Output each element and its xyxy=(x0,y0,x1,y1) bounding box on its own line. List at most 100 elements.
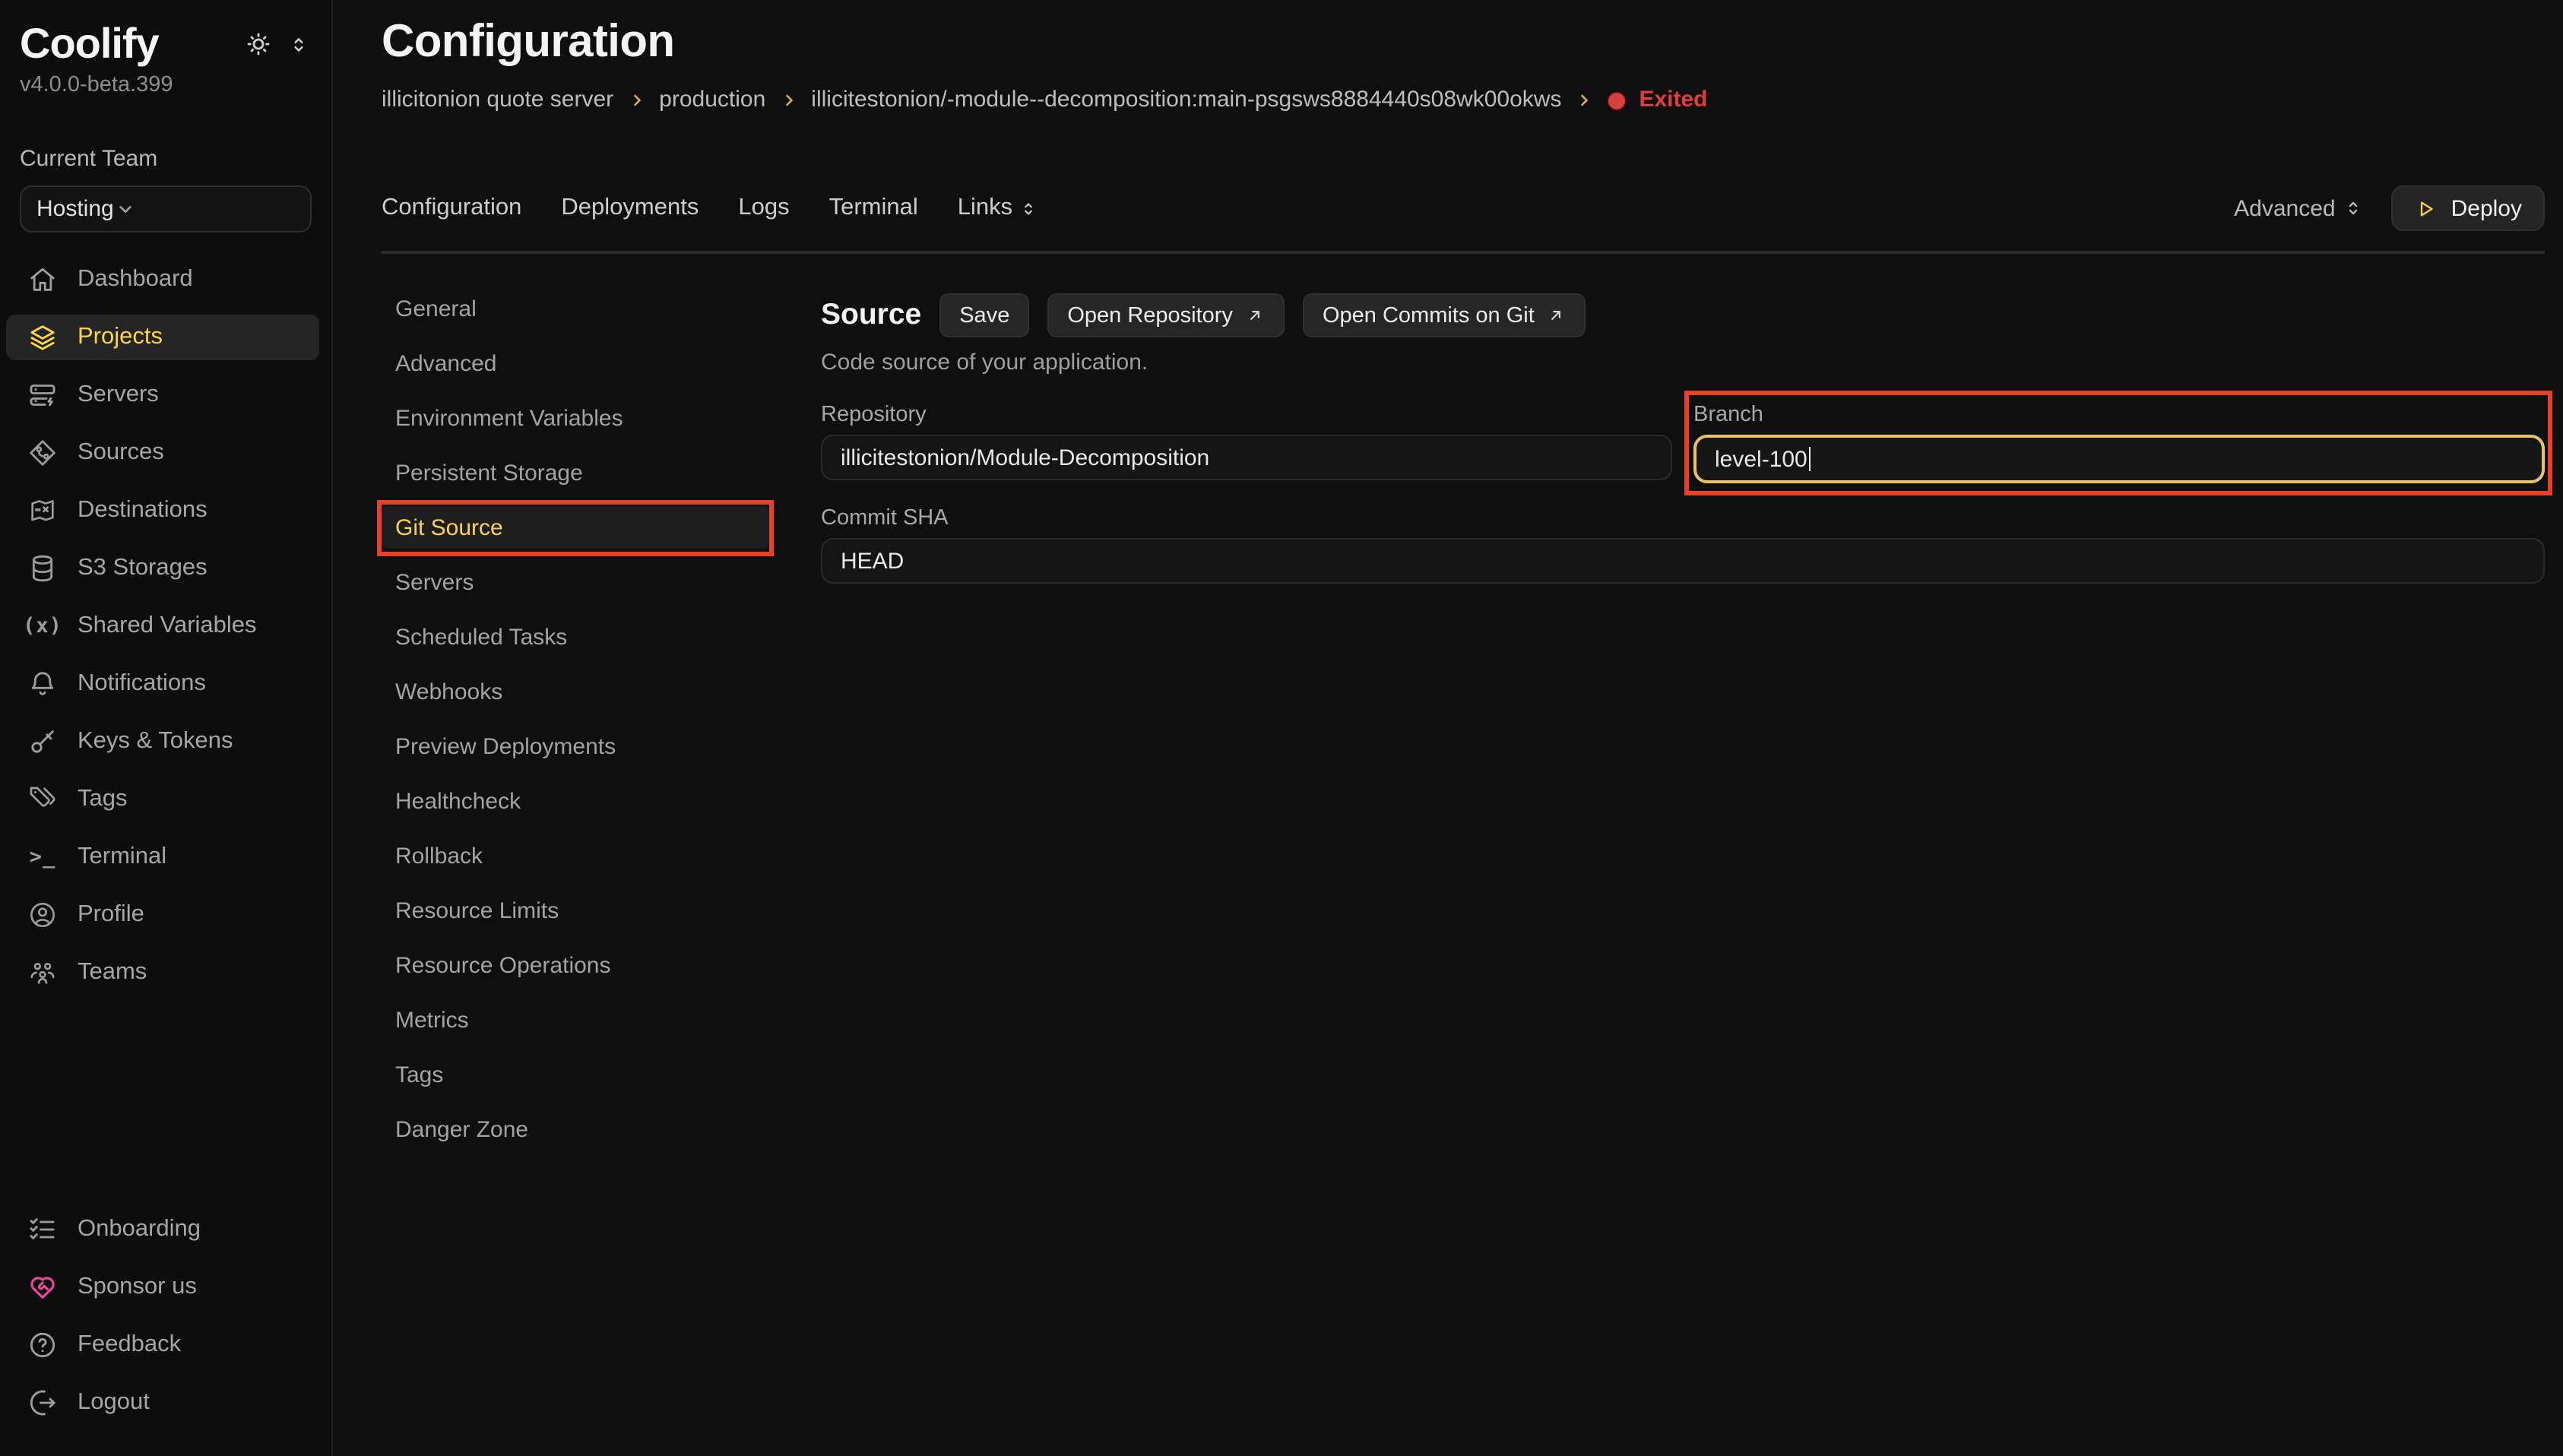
subnav-item-servers[interactable]: Servers xyxy=(382,561,769,603)
team-select[interactable]: Hosting xyxy=(20,185,312,233)
subnav-item-preview-deployments[interactable]: Preview Deployments xyxy=(382,725,769,768)
status-dot-icon xyxy=(1607,90,1627,110)
subnav-item-environment-variables[interactable]: Environment Variables xyxy=(382,397,769,439)
subnav-item-healthcheck[interactable]: Healthcheck xyxy=(382,780,769,822)
sidebar-item-label: Keys & Tokens xyxy=(78,728,233,755)
sidebar-item-destinations[interactable]: Destinations xyxy=(6,488,319,533)
sidebar-item-logout[interactable]: Logout xyxy=(6,1380,319,1426)
sidebar-item-onboarding[interactable]: Onboarding xyxy=(6,1207,319,1252)
sidebar-item-label: Logout xyxy=(78,1389,150,1416)
chevron-down-icon xyxy=(114,198,137,220)
app-version: v4.0.0-beta.399 xyxy=(0,70,331,100)
open-commits-button[interactable]: Open Commits on Git xyxy=(1303,293,1586,337)
sidebar-header: Coolify xyxy=(0,0,331,70)
subnav-item-rollback[interactable]: Rollback xyxy=(382,834,769,877)
subnav-item-danger-zone[interactable]: Danger Zone xyxy=(382,1108,769,1151)
breadcrumb-resource[interactable]: illicitestonion/-module--decomposition:m… xyxy=(811,85,1561,116)
sidebar-item-label: Servers xyxy=(78,381,159,409)
subnav-item-advanced[interactable]: Advanced xyxy=(382,342,769,385)
subnav-item-webhooks[interactable]: Webhooks xyxy=(382,670,769,713)
commit-sha-input[interactable]: HEAD xyxy=(821,538,2545,584)
sidebar-item-keys-tokens[interactable]: Keys & Tokens xyxy=(6,719,319,764)
tab-logs[interactable]: Logs xyxy=(738,195,789,222)
breadcrumb: illicitonion quote server production ill… xyxy=(382,85,2545,116)
chevron-right-icon xyxy=(627,91,645,109)
source-form: Repository illicitestonion/Module-Decomp… xyxy=(821,401,2545,584)
branch-label: Branch xyxy=(1693,401,2545,429)
bell-icon xyxy=(27,669,58,699)
sidebar-item-notifications[interactable]: Notifications xyxy=(6,661,319,707)
subnav-item-resource-limits[interactable]: Resource Limits xyxy=(382,889,769,932)
sidebar-item-terminal[interactable]: >_ Terminal xyxy=(6,834,319,880)
advanced-menu[interactable]: Advanced xyxy=(2234,195,2364,221)
tab-configuration[interactable]: Configuration xyxy=(382,195,521,222)
theme-toggle-sun-icon[interactable] xyxy=(243,29,274,59)
tab-deployments[interactable]: Deployments xyxy=(561,195,699,222)
subnav-item-tags[interactable]: Tags xyxy=(382,1053,769,1096)
save-button[interactable]: Save xyxy=(939,293,1029,337)
sidebar-item-label: Dashboard xyxy=(78,266,193,293)
sidebar-item-profile[interactable]: Profile xyxy=(6,892,319,938)
branch-input[interactable]: level-100 xyxy=(1693,435,2545,483)
breadcrumb-environment[interactable]: production xyxy=(659,85,765,116)
external-link-icon xyxy=(1547,305,1567,325)
text-cursor xyxy=(1809,447,1811,471)
deploy-button[interactable]: Deploy xyxy=(2392,185,2545,231)
breadcrumb-project[interactable]: illicitonion quote server xyxy=(382,85,613,116)
current-team-label: Current Team xyxy=(20,146,312,173)
subnav-item-scheduled-tasks[interactable]: Scheduled Tasks xyxy=(382,616,769,658)
play-icon xyxy=(2415,197,2438,220)
heart-icon xyxy=(27,1272,58,1302)
sidebar-item-label: Sponsor us xyxy=(78,1274,197,1301)
sidebar-item-sources[interactable]: Sources xyxy=(6,430,319,476)
sidebar-collapse-chevrons-icon[interactable] xyxy=(287,33,310,55)
sidebar-item-projects[interactable]: Projects xyxy=(6,315,319,360)
server-icon xyxy=(27,380,58,410)
source-header-row: Source Save Open Repository Open Commits… xyxy=(821,293,2545,337)
repository-field: Repository illicitestonion/Module-Decomp… xyxy=(821,401,1672,483)
config-subnav: General Advanced Environment Variables P… xyxy=(382,254,769,1456)
source-description: Code source of your application. xyxy=(821,348,2545,377)
variable-icon: (x) xyxy=(27,614,58,638)
sidebar-item-teams[interactable]: Teams xyxy=(6,950,319,995)
subnav-item-general[interactable]: General xyxy=(382,287,769,330)
subnav-item-resource-operations[interactable]: Resource Operations xyxy=(382,944,769,986)
sidebar-item-label: Destinations xyxy=(78,497,208,524)
help-circle-icon xyxy=(27,1330,58,1360)
page-title: Configuration xyxy=(382,15,2545,70)
chevrons-up-down-icon xyxy=(1019,198,1038,218)
users-icon xyxy=(27,957,58,988)
sidebar-item-s3-storages[interactable]: S3 Storages xyxy=(6,546,319,591)
sidebar-item-sponsor-us[interactable]: Sponsor us xyxy=(6,1265,319,1310)
sidebar-item-servers[interactable]: Servers xyxy=(6,372,319,418)
team-select-value: Hosting xyxy=(36,196,114,222)
sidebar-item-shared-variables[interactable]: (x) Shared Variables xyxy=(6,603,319,649)
tabs-actions: Advanced Deploy xyxy=(2234,185,2545,231)
coolify-app: Coolify v4.0.0-beta.399 Current Team Hos… xyxy=(0,0,2563,1456)
sidebar-bottom-nav: Onboarding Sponsor us Feedback Logout xyxy=(0,1207,331,1456)
sidebar-item-tags[interactable]: Tags xyxy=(6,777,319,822)
subnav-item-persistent-storage[interactable]: Persistent Storage xyxy=(382,451,769,494)
repository-input[interactable]: illicitestonion/Module-Decomposition xyxy=(821,435,1672,480)
sidebar-item-label: Projects xyxy=(78,324,163,351)
sidebar-item-label: Tags xyxy=(78,786,128,813)
subnav-item-metrics[interactable]: Metrics xyxy=(382,999,769,1041)
sidebar-item-label: Sources xyxy=(78,439,164,467)
deploy-button-label: Deploy xyxy=(2451,195,2522,221)
subnav-item-git-source[interactable]: Git Source xyxy=(382,506,769,549)
git-diamond-icon xyxy=(27,438,58,468)
user-circle-icon xyxy=(27,900,58,930)
main-content: Configuration illicitonion quote server … xyxy=(333,0,2563,1456)
checklist-icon xyxy=(27,1214,58,1245)
sidebar-item-feedback[interactable]: Feedback xyxy=(6,1322,319,1368)
sidebar-item-dashboard[interactable]: Dashboard xyxy=(6,257,319,302)
sidebar-item-label: S3 Storages xyxy=(78,555,208,582)
sidebar-nav: Dashboard Projects Servers Sources xyxy=(0,257,331,1008)
chevron-right-icon xyxy=(1575,91,1593,109)
tab-terminal[interactable]: Terminal xyxy=(829,195,918,222)
sidebar-item-label: Profile xyxy=(78,901,144,929)
tab-links[interactable]: Links xyxy=(958,195,1038,222)
commit-sha-label: Commit SHA xyxy=(821,505,2545,532)
open-repository-button[interactable]: Open Repository xyxy=(1047,293,1285,337)
status-badge: Exited xyxy=(1607,85,1707,116)
